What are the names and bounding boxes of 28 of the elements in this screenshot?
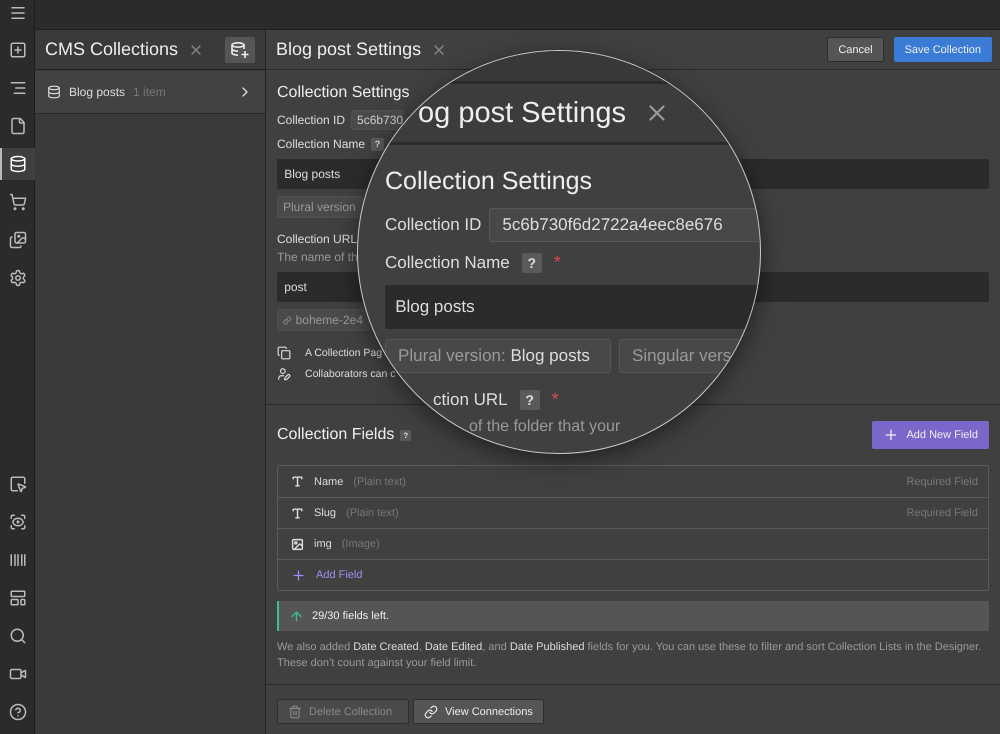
field-label: Collection ID (385, 215, 482, 235)
field-label: ction URL (433, 390, 508, 410)
collection-id-field: 5c6b730 (351, 110, 404, 130)
field-label: Collection ID (277, 113, 346, 127)
settings-title: og post Settings (418, 96, 626, 130)
field-name: Name (314, 476, 344, 488)
field-hint: of the folder that your (469, 418, 620, 436)
field-label: Collection Name (277, 137, 366, 151)
settings-title: Blog post Settings (276, 39, 422, 60)
section-title: Collection Settings (385, 167, 594, 196)
info-text: We also added Date Created, Date Edited, and Date Published fields for you. You can use these to filter and sort Collection Lists in the Designer. These don’t count against your field limit. (277, 640, 982, 671)
help-badge: ? (522, 252, 542, 272)
plural-chip: Plural version: Blog posts (385, 339, 611, 373)
required-mark: * (554, 252, 561, 273)
note-text: A Collection Pag (305, 347, 382, 359)
panel-title: CMS Collections (45, 39, 178, 60)
section-title: Collection Settings (277, 84, 411, 102)
field-name: img (314, 538, 332, 550)
help-badge: ? (520, 390, 540, 410)
field-hint: The name of th (277, 250, 358, 264)
field-name: Slug (314, 507, 336, 519)
collection-id-field: 5c6b730f6d2722a4eec8e676 (489, 208, 760, 242)
section-title: Collection Fields (277, 426, 394, 444)
field-label: Collection URL (277, 232, 358, 246)
collection-name: Blog posts (69, 85, 126, 99)
field-label: Collection Name (385, 252, 510, 272)
required-mark: * (552, 389, 559, 410)
fields-left-text: 29/30 fields left. (312, 610, 390, 622)
